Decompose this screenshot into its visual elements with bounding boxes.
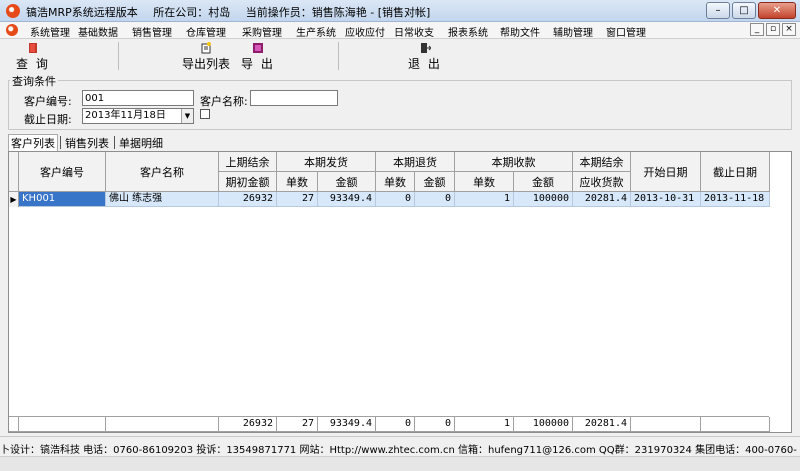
menu-receivables[interactable]: 应收应付 (345, 24, 385, 39)
header-current-balance[interactable]: 本期结余 (573, 152, 631, 172)
header-receipt-qty[interactable]: 单数 (455, 172, 514, 192)
header-end-date[interactable]: 截止日期 (701, 152, 770, 192)
cell-return-qty[interactable]: 0 (376, 192, 415, 207)
header-returns[interactable]: 本期退货 (376, 152, 455, 172)
menu-window[interactable]: 窗口管理 (606, 24, 646, 39)
window-bottom-border (0, 456, 800, 471)
window-title: 镐浩MRP系统远程版本 所在公司：村岛 当前操作员：销售陈海艳 - [销售对帐] (26, 4, 442, 20)
customer-name-label: 客户名称: (200, 95, 248, 108)
cell-customer-code[interactable]: KH001 (19, 192, 106, 207)
header-start-date[interactable]: 开始日期 (631, 152, 701, 192)
menu-purchase[interactable]: 采购管理 (242, 24, 282, 39)
menu-warehouse[interactable]: 仓库管理 (186, 24, 226, 39)
export-button[interactable]: 导 出 (241, 42, 275, 72)
date-filter-checkbox[interactable] (200, 109, 210, 119)
query-label: 查 询 (16, 57, 50, 71)
book-icon (28, 43, 37, 53)
child-minimize-icon[interactable]: _ (750, 23, 764, 36)
header-receivable[interactable]: 应收货款 (573, 172, 631, 192)
total-return-amount: 0 (415, 417, 455, 432)
total-receivable: 20281.4 (573, 417, 631, 432)
header-return-amount[interactable]: 金额 (415, 172, 455, 192)
tab-sales-list[interactable]: 销售列表 (63, 135, 111, 151)
cell-opening-amount[interactable]: 26932 (219, 192, 277, 207)
cell-ship-amount[interactable]: 93349.4 (318, 192, 376, 207)
exit-button[interactable]: 退 出 (408, 42, 442, 72)
end-date-value: 2013年11月18日 (85, 110, 166, 121)
totals-row: 26932 27 93349.4 0 0 1 100000 20281.4 (9, 416, 770, 432)
title-bar: 镐浩MRP系统远程版本 所在公司：村岛 当前操作员：销售陈海艳 - [销售对帐]… (0, 0, 800, 22)
exit-door-icon (420, 43, 431, 53)
total-ship-qty: 27 (277, 417, 318, 432)
cell-return-amount[interactable]: 0 (415, 192, 455, 207)
menu-basic-data[interactable]: 基础数据 (78, 24, 118, 39)
child-restore-icon[interactable]: ▫ (766, 23, 780, 36)
menu-production[interactable]: 生产系统 (296, 24, 336, 39)
cell-ship-qty[interactable]: 27 (277, 192, 318, 207)
maximize-icon[interactable]: □ (732, 2, 756, 19)
export-label: 导 出 (241, 57, 275, 71)
app-name: 镐浩MRP系统远程版本 (26, 6, 138, 19)
menu-bar: 系统管理 基础数据 销售管理 仓库管理 采购管理 生产系统 应收应付 日常收支 … (0, 22, 800, 39)
total-receipt-qty: 1 (455, 417, 514, 432)
header-prev-balance[interactable]: 上期结余 (219, 152, 277, 172)
total-ship-amount: 93349.4 (318, 417, 376, 432)
menu-sales[interactable]: 销售管理 (132, 24, 172, 39)
minimize-icon[interactable]: – (706, 2, 730, 19)
company-location: 所在公司：村岛 (153, 6, 231, 19)
export-list-button[interactable]: 导出列表 (182, 42, 230, 72)
cell-start-date[interactable]: 2013-10-31 (631, 192, 701, 207)
cell-receipt-amount[interactable]: 100000 (514, 192, 573, 207)
current-operator: 当前操作员：销售陈海艳 - [销售对帐] (245, 6, 431, 19)
table-row[interactable]: ▶ KH001 佛山 练志强 26932 27 93349.4 0 0 1 10… (9, 192, 770, 207)
customer-code-label: 客户编号: (24, 95, 72, 108)
customer-name-input[interactable] (250, 90, 338, 106)
header-customer-code[interactable]: 客户编号 (19, 152, 106, 192)
cell-end-date[interactable]: 2013-11-18 (701, 192, 770, 207)
customer-code-input[interactable] (82, 90, 194, 106)
header-return-qty[interactable]: 单数 (376, 172, 415, 192)
header-ship-qty[interactable]: 单数 (277, 172, 318, 192)
exit-label: 退 出 (408, 57, 442, 71)
toolbar: 查 询 导出列表 导 出 退 出 (0, 40, 800, 72)
header-opening-amount[interactable]: 期初金额 (219, 172, 277, 192)
export-list-label: 导出列表 (182, 57, 231, 71)
header-receipt-amount[interactable]: 金额 (514, 172, 573, 192)
chevron-down-icon[interactable]: ▼ (181, 109, 193, 123)
status-contact-info: 卜设计：镐浩科技 电话：0760-86109203 投诉：13549871771… (0, 445, 797, 456)
menu-daily-income[interactable]: 日常收支 (394, 24, 434, 39)
cell-customer-name[interactable]: 佛山 练志强 (106, 192, 219, 207)
query-conditions-title: 查询条件 (10, 73, 58, 89)
child-close-icon[interactable]: × (782, 23, 796, 36)
header-shipments[interactable]: 本期发货 (277, 152, 376, 172)
menu-reports[interactable]: 报表系统 (448, 24, 488, 39)
menu-help[interactable]: 帮助文件 (500, 24, 540, 39)
query-button[interactable]: 查 询 (16, 42, 50, 72)
tab-document-detail[interactable]: 单据明细 (117, 135, 165, 151)
header-ship-amount[interactable]: 金额 (318, 172, 376, 192)
cell-receipt-qty[interactable]: 1 (455, 192, 514, 207)
tab-customer-list[interactable]: 客户列表 (8, 134, 58, 151)
export-icon (252, 43, 263, 53)
status-bar: 卜设计：镐浩科技 电话：0760-86109203 投诉：13549871771… (0, 436, 800, 456)
header-customer-name[interactable]: 客户名称 (106, 152, 219, 192)
document-icon (6, 24, 18, 36)
menu-auxiliary[interactable]: 辅助管理 (553, 24, 593, 39)
close-icon[interactable]: ✕ (758, 2, 796, 19)
customer-statement-grid[interactable]: 客户编号 客户名称 上期结余 期初金额 本期发货 单数 金额 本期退货 单数 金… (8, 151, 792, 433)
end-date-picker[interactable]: 2013年11月18日 ▼ (82, 108, 194, 124)
menu-system[interactable]: 系统管理 (30, 24, 70, 39)
total-opening-amount: 26932 (219, 417, 277, 432)
total-receipt-amount: 100000 (514, 417, 573, 432)
header-receipts[interactable]: 本期收款 (455, 152, 573, 172)
export-list-icon (201, 42, 211, 54)
row-header-corner (9, 152, 19, 192)
cell-receivable[interactable]: 20281.4 (573, 192, 631, 207)
current-row-arrow-icon: ▶ (9, 192, 19, 207)
total-return-qty: 0 (376, 417, 415, 432)
app-logo-icon (6, 4, 20, 18)
end-date-label: 截止日期: (24, 113, 72, 126)
